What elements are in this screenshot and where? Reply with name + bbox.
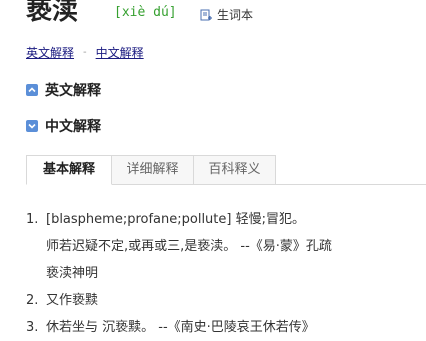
definition-example: 亵渎神明 bbox=[46, 266, 99, 281]
definition-item: 2. 又作亵黩 bbox=[26, 287, 426, 314]
notebook-add-icon bbox=[200, 9, 212, 21]
expand-down-icon bbox=[26, 120, 38, 132]
definition-list: 1. [blaspheme;profane;pollute] 轻慢;冒犯。 师若… bbox=[26, 206, 426, 341]
expand-up-icon bbox=[26, 84, 38, 96]
definition-item: 1. [blaspheme;profane;pollute] 轻慢;冒犯。 bbox=[26, 206, 426, 233]
link-chinese-explanation[interactable]: 中文解释 bbox=[96, 44, 144, 61]
definition-number: 1. bbox=[26, 212, 39, 227]
link-english-explanation[interactable]: 英文解释 bbox=[26, 44, 74, 61]
definition-number: 3. bbox=[26, 320, 39, 335]
tab-detailed[interactable]: 详细解释 bbox=[112, 155, 194, 185]
section-chinese-label: 中文解释 bbox=[45, 119, 101, 135]
breadcrumb-separator: - bbox=[83, 47, 87, 58]
definition-text: 又作亵黩 bbox=[46, 293, 99, 308]
tab-basic[interactable]: 基本解释 bbox=[26, 155, 112, 185]
pinyin: [xiè dú] bbox=[114, 5, 177, 20]
section-english-label: 英文解释 bbox=[45, 83, 101, 99]
section-chinese-toggle[interactable]: 中文解释 bbox=[26, 116, 101, 136]
headword: 亵渎 bbox=[26, 0, 79, 26]
section-english-toggle[interactable]: 英文解释 bbox=[26, 80, 101, 100]
definition-example: 师若迟疑不定,或再或三,是亵渎。 --《易·蒙》孔疏 bbox=[46, 239, 332, 254]
add-to-vocab-button[interactable]: 生词本 bbox=[200, 6, 253, 23]
breadcrumb: 英文解释 - 中文解释 bbox=[26, 44, 144, 61]
word-header: 亵渎 bbox=[26, 0, 78, 32]
vocab-label: 生词本 bbox=[217, 8, 254, 22]
definition-text: [blaspheme;profane;pollute] 轻慢;冒犯。 bbox=[46, 212, 305, 227]
tab-encyclopedia[interactable]: 百科释义 bbox=[194, 155, 276, 185]
definition-text: 休若坐与 沉亵黩。 --《南史·巴陵哀王休若传》 bbox=[46, 320, 315, 335]
definition-item: 3. 休若坐与 沉亵黩。 --《南史·巴陵哀王休若传》 bbox=[26, 314, 426, 341]
explanation-tabs: 基本解释 详细解释 百科释义 bbox=[26, 155, 426, 185]
definition-number: 2. bbox=[26, 293, 39, 308]
